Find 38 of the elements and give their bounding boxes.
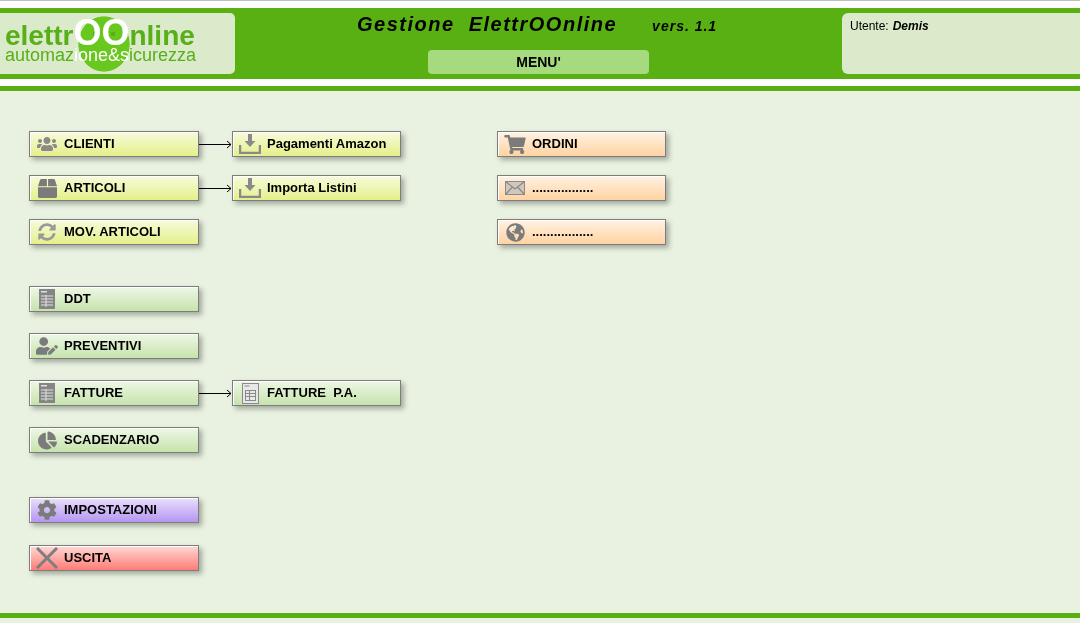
- menu-button[interactable]: ARTICOLI: [29, 175, 199, 201]
- connector-arrow: [199, 388, 232, 398]
- envelope-icon: [505, 181, 525, 195]
- download-icon: [239, 178, 261, 198]
- menu-button[interactable]: MENU': [428, 50, 649, 74]
- settings-icon: [37, 500, 57, 520]
- box-icon: [37, 178, 57, 198]
- menu-button[interactable]: .................: [497, 219, 666, 245]
- user-label: Utente:: [850, 18, 889, 35]
- menu-button[interactable]: FATTURE: [29, 380, 199, 406]
- cart-icon: [504, 134, 526, 154]
- menu-button[interactable]: .................: [497, 175, 666, 201]
- connector-arrow: [199, 183, 232, 193]
- refresh-icon: [38, 223, 56, 241]
- app-title: Gestione ElettrOOnline: [357, 13, 618, 35]
- menu-button[interactable]: FATTURE P.A.: [232, 380, 401, 406]
- table-document-icon: [39, 289, 55, 309]
- menu-button[interactable]: IMPOSTAZIONI: [29, 497, 199, 523]
- globe-icon: [505, 222, 525, 242]
- user-pen-icon: [36, 337, 58, 355]
- close-icon: [36, 547, 58, 569]
- user-name: Demis: [892, 18, 929, 35]
- table-document-icon: [39, 383, 55, 403]
- menu-button[interactable]: MOV. ARTICOLI: [29, 219, 199, 245]
- menu-button[interactable]: CLIENTI: [29, 131, 199, 157]
- menu-button[interactable]: SCADENZARIO: [29, 427, 199, 453]
- menu-button[interactable]: ORDINI: [497, 131, 666, 157]
- table-document-icon: [241, 382, 259, 404]
- menu-button[interactable]: Pagamenti Amazon: [232, 131, 401, 157]
- people-icon: [37, 136, 57, 152]
- menu-button[interactable]: DDT: [29, 286, 199, 312]
- version-label: vers. 1.1: [652, 18, 718, 34]
- menu-button[interactable]: PREVENTIVI: [29, 333, 199, 359]
- connector-arrow: [199, 139, 232, 149]
- pie-chart-icon: [37, 430, 57, 450]
- menu-button[interactable]: USCITA: [29, 545, 199, 571]
- menu-button[interactable]: Importa Listini: [232, 175, 401, 201]
- download-icon: [239, 134, 261, 154]
